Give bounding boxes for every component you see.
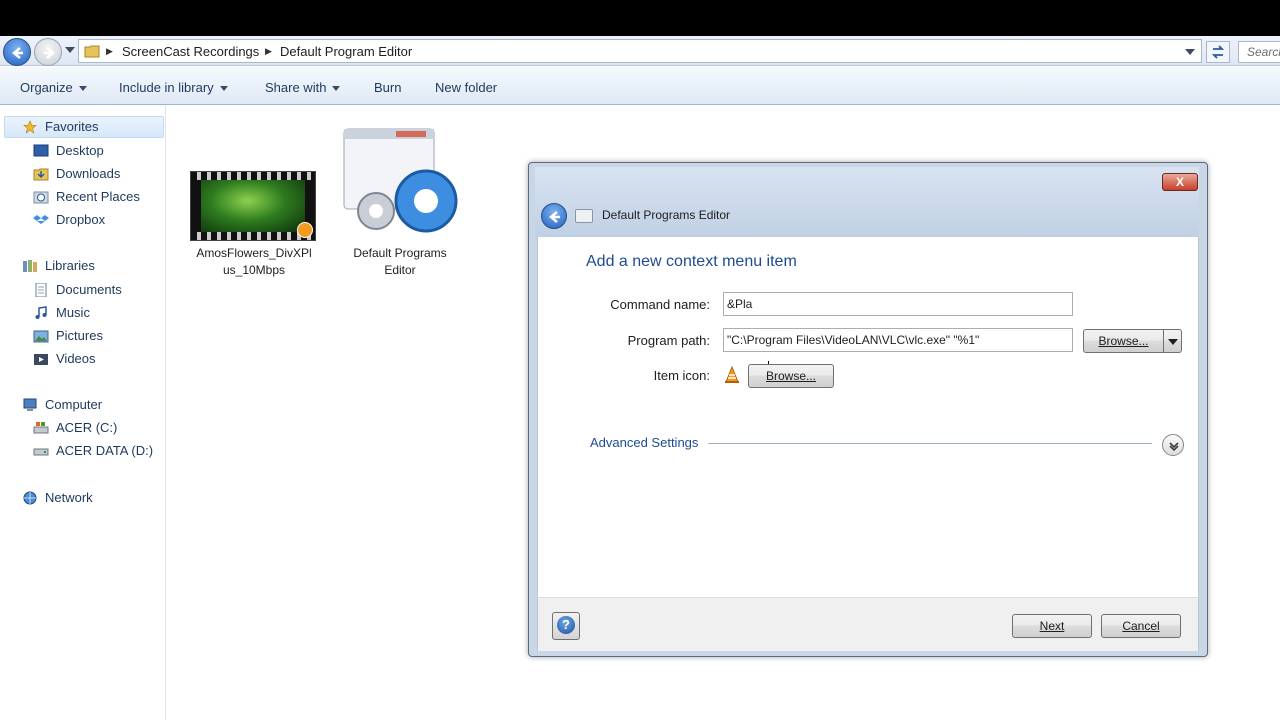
include-in-library-label: Include in library [119,80,214,95]
command-name-field[interactable]: &Pla [723,292,1073,316]
nav-libraries-label: Libraries [45,258,95,273]
command-bar: Organize Include in library Share with B… [0,67,1280,105]
music-note-icon [35,306,47,319]
browse-dropdown-arrow[interactable] [1163,330,1181,352]
video-thumbnail-icon[interactable] [190,171,316,241]
screen-top-band [0,0,1280,36]
file-name-line1: AmosFlowers_DivXPl [196,246,312,260]
chevron-down-icon [332,86,341,92]
breadcrumb-default-program-editor[interactable]: Default Program Editor [280,44,412,59]
star-icon [23,120,37,134]
include-in-library-button[interactable]: Include in library [119,80,228,95]
program-browse-split-button[interactable]: Browse... [1083,329,1182,353]
nav-downloads-label: Downloads [56,166,121,181]
nav-favorites-label: Favorites [45,119,99,134]
breadcrumb-separator-icon: ▶ [106,46,113,56]
recent-pages-dropdown-icon[interactable] [65,46,75,54]
share-with-label: Share with [265,80,327,95]
media-badge-icon [297,222,313,238]
application-icon[interactable] [338,123,466,239]
new-folder-button[interactable]: New folder [435,80,497,95]
dialog-title: Default Programs Editor [602,208,731,222]
back-button[interactable] [3,38,31,66]
program-path-field[interactable]: "C:\Program Files\VideoLAN\VLC\vlc.exe" … [723,328,1073,352]
film-strip-top [191,172,315,180]
organize-label: Organize [20,80,73,95]
address-history-dropdown-icon[interactable] [1185,48,1195,56]
flower-preview [201,180,305,232]
close-button[interactable]: X [1162,173,1198,191]
program-browse-label: Browse... [1098,334,1149,348]
main-instruction: Add a new context menu item [586,253,797,270]
nav-computer-label: Computer [45,397,103,412]
nav-pictures-label: Pictures [56,328,103,343]
downloads-folder-icon [33,168,49,181]
system-drive-icon [33,422,49,434]
next-button[interactable]: Next [1012,614,1092,638]
command-name-label: Command name: [610,297,710,312]
arrow-right-icon [44,47,55,59]
organize-button[interactable]: Organize [20,80,87,95]
item-icon-browse-button[interactable]: Browse... [748,364,834,388]
arrow-left-icon [12,47,23,59]
folder-icon [84,45,100,58]
help-icon: ? [557,616,575,634]
breadcrumb-screencast-recordings[interactable]: ScreenCast Recordings [122,44,259,59]
dialog-title-area [535,167,1199,237]
address-bar-row: ▶ ScreenCast Recordings ▶ Default Progra… [0,36,1280,66]
film-strip-bottom [191,232,315,240]
videos-icon [34,354,48,365]
chevron-down-icon [1168,339,1178,345]
advanced-settings-label[interactable]: Advanced Settings [590,435,698,450]
item-icon-label: Item icon: [653,368,710,383]
file-name-line1: Default Programs [353,246,447,260]
nav-recent-places-label: Recent Places [56,189,140,204]
arrow-left-icon [549,211,560,223]
pictures-icon [33,330,49,343]
dropbox-icon [33,215,49,224]
cancel-button[interactable]: Cancel [1101,614,1181,638]
dialog-body: Add a new context menu item Command name… [537,237,1199,597]
nav-drive-c-label: ACER (C:) [56,420,118,435]
computer-icon [23,398,37,411]
chevron-down-icon [1169,442,1179,452]
desktop-icon [33,144,49,157]
program-path-label: Program path: [627,333,710,348]
app-window-icon [575,209,593,223]
nav-videos-label: Videos [56,351,96,366]
search-input[interactable]: Search [1238,41,1280,63]
nav-drive-d-label: ACER DATA (D:) [56,443,154,458]
network-icon [23,491,37,505]
advanced-settings-divider [708,443,1152,444]
nav-dropbox-label: Dropbox [56,212,106,227]
address-box[interactable]: ▶ ScreenCast Recordings ▶ Default Progra… [78,39,1202,63]
advanced-settings-expand-button[interactable] [1162,434,1184,456]
nav-documents-label: Documents [56,282,122,297]
documents-icon [35,283,47,297]
nav-network-label: Network [45,490,93,505]
file-name-line2: Editor [384,263,416,277]
libraries-icon [23,260,37,272]
help-button[interactable]: ? [552,612,580,640]
nav-desktop-label: Desktop [56,143,104,158]
nav-music-label: Music [56,305,90,320]
refresh-button[interactable] [1206,41,1230,63]
share-with-button[interactable]: Share with [265,80,341,95]
dialog-footer: ? Next Cancel [537,597,1199,651]
recent-places-icon [33,191,49,204]
file-item-default-programs-editor[interactable]: Default Programs Editor [330,245,470,279]
breadcrumb-separator-icon: ▶ [265,46,272,56]
forward-button[interactable] [34,38,62,66]
hard-drive-icon [33,448,49,456]
refresh-icon [1211,45,1225,59]
burn-button[interactable]: Burn [374,80,401,95]
file-item-video[interactable]: AmosFlowers_DivXPl us_10Mbps [182,245,326,279]
file-name-line2: us_10Mbps [222,263,286,277]
default-programs-editor-dialog: X Default Programs Editor Add a new cont… [528,162,1208,657]
dialog-back-button[interactable] [541,203,567,229]
chevron-down-icon [219,86,228,92]
vlc-cone-icon [725,366,739,383]
chevron-down-icon [78,86,87,92]
